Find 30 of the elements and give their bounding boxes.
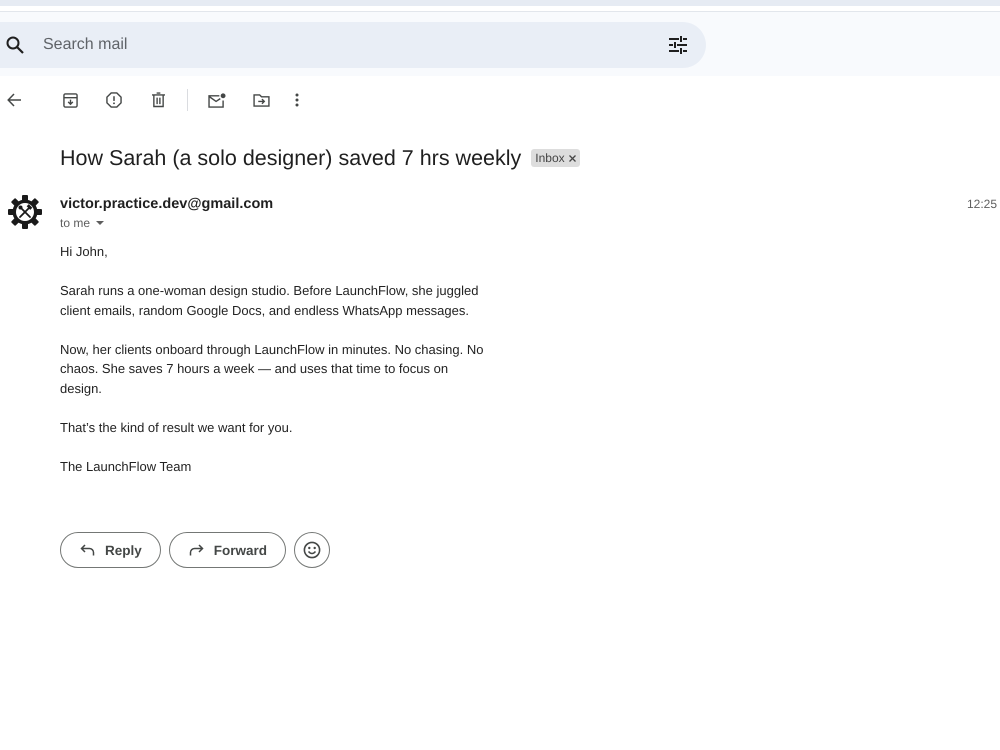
- gear-tools-avatar-icon: [8, 195, 42, 229]
- label-text: Inbox: [535, 150, 565, 166]
- folder-arrow-icon: [252, 94, 270, 106]
- forward-button[interactable]: Forward: [168, 532, 286, 568]
- back-arrow-icon: [7, 93, 21, 107]
- recipient-details-toggle[interactable]: to me: [60, 214, 104, 232]
- search-bar[interactable]: Search mail: [0, 22, 706, 68]
- forward-arrow-icon: [188, 544, 204, 556]
- body-paragraph: Hi John,: [60, 243, 109, 261]
- message-time: 12:25: [966, 196, 998, 213]
- body-paragraph: That’s the kind of result we want for you.: [60, 418, 294, 437]
- trash-icon: [152, 92, 164, 108]
- caret-down-icon: [96, 221, 104, 225]
- body-paragraph: The LaunchFlow Team: [60, 458, 192, 476]
- body-paragraph: Now, her clients onboard through LaunchFlow in minutes. No chasing. No chaos. She saves 7 hours a week — and uses that time to focus on design.: [60, 340, 484, 398]
- emoji-reaction-button[interactable]: [294, 532, 330, 568]
- smiley-icon: [303, 541, 322, 559]
- envelope-dot-icon: [208, 92, 226, 108]
- filter-sliders-icon[interactable]: [668, 36, 688, 54]
- email-subject: How Sarah (a solo designer) saved 7 hrs weekly: [60, 145, 522, 172]
- warning-octagon-icon: [106, 92, 122, 108]
- search-icon[interactable]: [6, 36, 24, 54]
- sender-email: victor.practice.dev@gmail.com: [60, 195, 274, 214]
- label-tag[interactable]: Inbox: [531, 149, 580, 167]
- close-icon[interactable]: [568, 154, 576, 162]
- more-vertical-icon: [295, 93, 299, 107]
- reply-button[interactable]: Reply: [60, 532, 161, 568]
- archive-box-icon: [62, 92, 78, 108]
- reply-arrow-icon: [80, 544, 95, 556]
- body-paragraph: Sarah runs a one-woman design studio. Before LaunchFlow, she juggled client emails, random Google Docs, and endless WhatsApp messages.: [60, 282, 480, 320]
